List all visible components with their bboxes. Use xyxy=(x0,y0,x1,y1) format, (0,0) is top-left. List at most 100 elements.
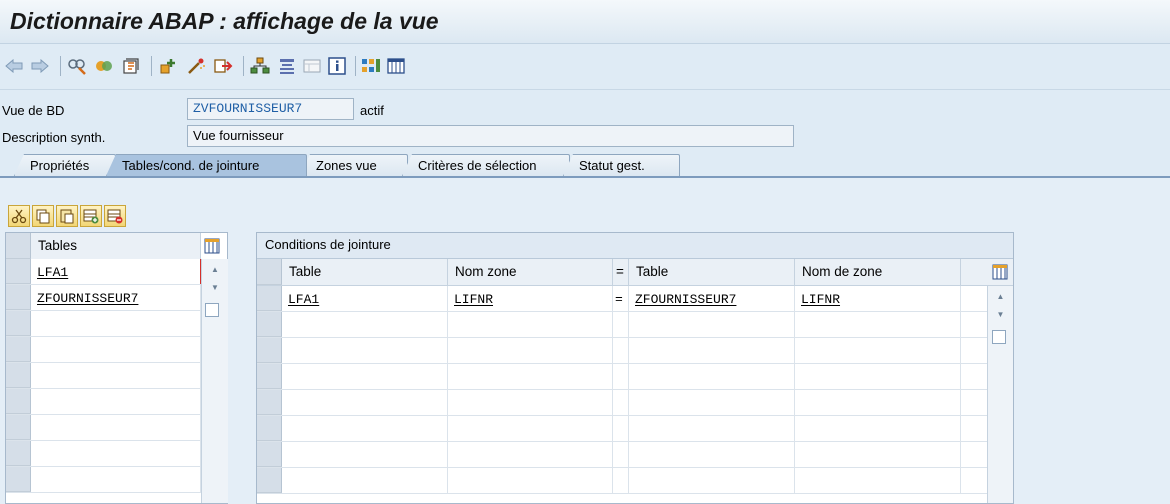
insert-row-icon[interactable] xyxy=(80,205,102,227)
tab-statut-gest[interactable]: Statut gest. xyxy=(563,154,680,176)
table-row[interactable]: LFA1 LIFNR = ZFOURNISSEUR7 LIFNR xyxy=(257,286,987,312)
join-table2-cell[interactable] xyxy=(629,390,795,415)
col-table-2[interactable]: Table xyxy=(629,259,795,285)
table-row[interactable] xyxy=(6,389,201,415)
row-selector[interactable] xyxy=(6,415,31,440)
forward-arrow-icon[interactable] xyxy=(30,55,50,77)
tables-column-header[interactable]: Tables xyxy=(31,233,201,259)
join-table-cell[interactable] xyxy=(282,312,448,337)
scroll-thumb[interactable] xyxy=(992,330,1006,344)
layout-icon[interactable] xyxy=(302,55,322,77)
other-object-icon[interactable] xyxy=(94,55,114,77)
tab-proprietes[interactable]: Propriétés xyxy=(14,154,116,176)
table-name-cell[interactable] xyxy=(31,363,201,388)
table-row[interactable] xyxy=(6,337,201,363)
table-icon[interactable] xyxy=(386,55,406,77)
join-table-cell[interactable] xyxy=(282,416,448,441)
join-field2-cell[interactable] xyxy=(795,364,961,389)
row-selector[interactable] xyxy=(257,416,282,441)
description-field[interactable]: Vue fournisseur xyxy=(187,125,794,147)
table-row[interactable] xyxy=(257,364,987,390)
join-field-cell[interactable] xyxy=(448,442,613,467)
table-row[interactable] xyxy=(6,415,201,441)
join-field-cell[interactable] xyxy=(448,390,613,415)
join-table-cell[interactable] xyxy=(282,442,448,467)
grid-view-icon[interactable] xyxy=(361,55,381,77)
table-row[interactable] xyxy=(257,338,987,364)
join-table-cell[interactable] xyxy=(282,338,448,363)
table-name-cell[interactable] xyxy=(31,337,201,362)
tab-criteres-selection[interactable]: Critères de sélection xyxy=(402,154,570,176)
row-selector[interactable] xyxy=(6,337,31,362)
info-icon[interactable] xyxy=(327,55,347,77)
table-row[interactable] xyxy=(257,468,987,494)
check-icon[interactable] xyxy=(121,55,141,77)
row-selector[interactable] xyxy=(6,285,31,310)
table-name-cell[interactable] xyxy=(31,467,201,492)
join-table2-cell[interactable]: ZFOURNISSEUR7 xyxy=(629,286,795,311)
join-field2-cell[interactable] xyxy=(795,468,961,493)
table-row[interactable] xyxy=(257,416,987,442)
where-used-icon[interactable] xyxy=(213,55,233,77)
join-table-cell[interactable] xyxy=(282,468,448,493)
join-field-cell[interactable] xyxy=(448,338,613,363)
join-table-cell[interactable] xyxy=(282,364,448,389)
scroll-down-icon[interactable]: ▼ xyxy=(202,281,228,295)
join-field-cell[interactable] xyxy=(448,312,613,337)
col-nom-zone[interactable]: Nom zone xyxy=(448,259,613,285)
table-row[interactable] xyxy=(257,312,987,338)
back-arrow-icon[interactable] xyxy=(4,55,24,77)
join-scrollbar[interactable]: ▲ ▼ xyxy=(987,286,1013,503)
table-name-cell[interactable] xyxy=(31,389,201,414)
select-all-cell[interactable] xyxy=(6,233,31,259)
view-name-field[interactable]: ZVFOURNISSEUR7 xyxy=(187,98,354,120)
join-field2-cell[interactable] xyxy=(795,390,961,415)
join-field2-cell[interactable] xyxy=(795,312,961,337)
column-settings-icon[interactable] xyxy=(992,264,1008,280)
activate-icon[interactable] xyxy=(158,55,178,77)
cut-icon[interactable] xyxy=(8,205,30,227)
table-row[interactable]: LFA1 xyxy=(6,259,201,285)
join-table2-cell[interactable] xyxy=(629,468,795,493)
join-table2-cell[interactable] xyxy=(629,312,795,337)
scroll-up-icon[interactable]: ▲ xyxy=(988,290,1013,304)
table-row[interactable] xyxy=(6,311,201,337)
row-selector[interactable] xyxy=(257,468,282,493)
join-table2-cell[interactable] xyxy=(629,338,795,363)
join-table2-cell[interactable] xyxy=(629,364,795,389)
tab-zones-vue[interactable]: Zones vue xyxy=(300,154,408,176)
table-name-cell[interactable]: ZFOURNISSEUR7 xyxy=(31,285,201,310)
tree-icon[interactable] xyxy=(277,55,297,77)
row-selector[interactable] xyxy=(257,338,282,363)
table-name-cell[interactable] xyxy=(31,311,201,336)
delete-row-icon[interactable] xyxy=(104,205,126,227)
join-table2-cell[interactable] xyxy=(629,442,795,467)
join-field2-cell[interactable]: LIFNR xyxy=(795,286,961,311)
column-settings-icon[interactable] xyxy=(204,238,220,254)
scroll-up-icon[interactable]: ▲ xyxy=(202,263,228,277)
row-selector[interactable] xyxy=(6,441,31,466)
table-row[interactable] xyxy=(6,467,201,493)
row-selector[interactable] xyxy=(257,390,282,415)
join-field-cell[interactable] xyxy=(448,468,613,493)
join-field-cell[interactable] xyxy=(448,364,613,389)
table-name-cell[interactable] xyxy=(31,441,201,466)
col-table[interactable]: Table xyxy=(282,259,448,285)
join-table-cell[interactable] xyxy=(282,390,448,415)
paste-icon[interactable] xyxy=(56,205,78,227)
row-selector[interactable] xyxy=(6,389,31,414)
join-field2-cell[interactable] xyxy=(795,416,961,441)
row-selector[interactable] xyxy=(6,363,31,388)
join-field2-cell[interactable] xyxy=(795,338,961,363)
display-change-icon[interactable] xyxy=(67,55,87,77)
join-table-cell[interactable]: LFA1 xyxy=(282,286,448,311)
join-field2-cell[interactable] xyxy=(795,442,961,467)
row-selector[interactable] xyxy=(6,467,31,492)
table-row[interactable]: ZFOURNISSEUR7 xyxy=(6,285,201,311)
table-row[interactable] xyxy=(6,441,201,467)
row-selector[interactable] xyxy=(257,442,282,467)
join-table2-cell[interactable] xyxy=(629,416,795,441)
table-row[interactable] xyxy=(257,390,987,416)
test-icon[interactable] xyxy=(186,55,206,77)
row-selector[interactable] xyxy=(257,364,282,389)
